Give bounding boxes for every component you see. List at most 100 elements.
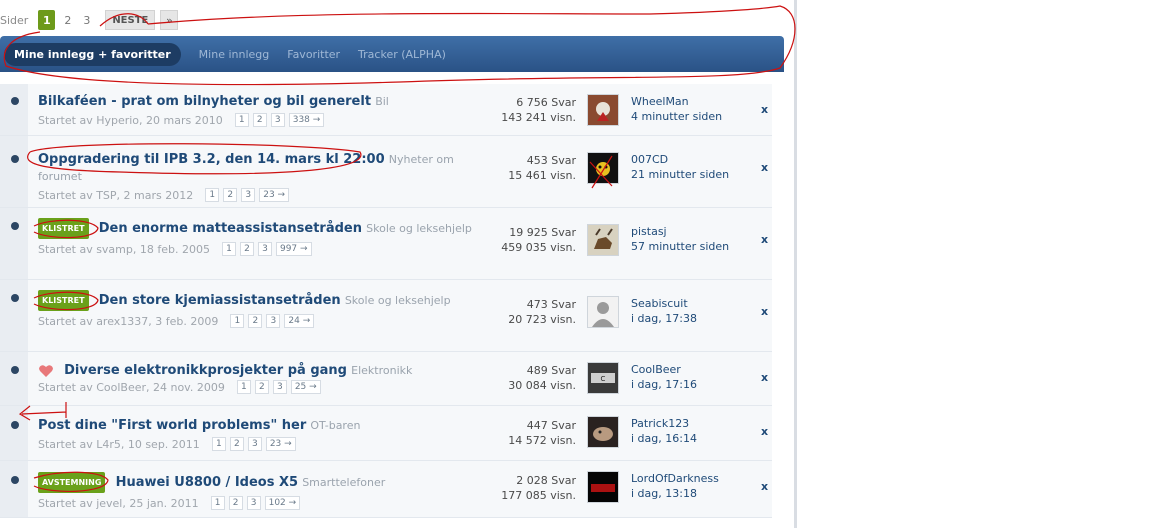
- remove-topic-button[interactable]: x: [761, 480, 768, 493]
- avatar[interactable]: [587, 296, 619, 328]
- started-by: Startet av svamp, 18 feb. 2005: [38, 242, 210, 256]
- topic-stats: 489 Svar 30 084 visn.: [508, 363, 576, 393]
- last-page-button[interactable]: »: [160, 10, 179, 30]
- remove-topic-button[interactable]: x: [761, 305, 768, 318]
- topic-page-link[interactable]: 3: [266, 314, 281, 328]
- forum-name[interactable]: Skole og leksehjelp: [366, 222, 472, 235]
- last-post-time[interactable]: i dag, 13:18: [631, 486, 719, 501]
- topic-page-link[interactable]: 2: [248, 314, 263, 328]
- remove-topic-button[interactable]: x: [761, 103, 768, 116]
- topic-page-link[interactable]: 2: [252, 113, 267, 127]
- views-count: 14 572 visn.: [508, 434, 576, 447]
- last-post-time[interactable]: 4 minutter siden: [631, 109, 722, 124]
- forum-name[interactable]: Skole og leksehjelp: [345, 294, 451, 307]
- last-poster-link[interactable]: Seabiscuit: [631, 296, 697, 311]
- unread-dot-icon: [11, 366, 19, 374]
- topic-page-link[interactable]: 2: [254, 380, 269, 394]
- next-page-button[interactable]: NESTE: [105, 10, 156, 30]
- topic-stats: 6 756 Svar 143 241 visn.: [501, 95, 576, 125]
- topic-page-link[interactable]: 2: [239, 242, 254, 256]
- avatar[interactable]: C: [587, 362, 619, 394]
- last-poster-link[interactable]: pistasj: [631, 224, 729, 239]
- topic-page-link[interactable]: 3: [257, 242, 272, 256]
- last-poster-link[interactable]: Patrick123: [631, 416, 697, 431]
- replies-count: 453 Svar: [526, 154, 576, 167]
- topic-page-link[interactable]: 1: [230, 314, 245, 328]
- last-poster-link[interactable]: CoolBeer: [631, 362, 697, 377]
- topic-row: Post dine "First world problems" her OT-…: [0, 406, 772, 461]
- avatar[interactable]: [587, 152, 619, 184]
- remove-topic-button[interactable]: x: [761, 371, 768, 384]
- page-2-link[interactable]: 2: [59, 10, 76, 30]
- views-count: 15 461 visn.: [508, 169, 576, 182]
- topic-last-page-link[interactable]: 25 →: [290, 380, 321, 394]
- remove-topic-button[interactable]: x: [761, 233, 768, 246]
- tab-mine-innlegg-favoritter[interactable]: Mine innlegg + favoritter: [4, 42, 181, 66]
- last-poster-link[interactable]: WheelMan: [631, 94, 722, 109]
- remove-topic-button[interactable]: x: [761, 425, 768, 438]
- last-post: CoolBeer i dag, 17:16: [631, 362, 697, 392]
- views-count: 20 723 visn.: [508, 313, 576, 326]
- started-by: Startet av L4r5, 10 sep. 2011: [38, 437, 200, 451]
- topic-last-page-link[interactable]: 23 →: [265, 437, 296, 451]
- topic-main: Bilkaféen - prat om bilnyheter og bil ge…: [38, 93, 482, 127]
- topic-page-link[interactable]: 3: [241, 188, 256, 202]
- status-column: [0, 84, 28, 135]
- topic-page-link[interactable]: 1: [221, 242, 236, 256]
- topic-title-link[interactable]: Bilkaféen - prat om bilnyheter og bil ge…: [38, 94, 371, 109]
- tab-favoritter[interactable]: Favoritter: [287, 48, 340, 61]
- topic-page-link[interactable]: 1: [211, 437, 226, 451]
- topic-title-link[interactable]: Post dine "First world problems" her: [38, 418, 306, 433]
- page-1-link[interactable]: 1: [38, 10, 56, 30]
- last-post-time[interactable]: i dag, 16:14: [631, 431, 697, 446]
- topic-page-link[interactable]: 1: [234, 113, 249, 127]
- topic-title-link[interactable]: Oppgradering til IPB 3.2, den 14. mars k…: [38, 152, 385, 167]
- last-post-time[interactable]: 57 minutter siden: [631, 239, 729, 254]
- tab-mine-innlegg[interactable]: Mine innlegg: [199, 48, 270, 61]
- topic-last-page-link[interactable]: 24 →: [284, 314, 315, 328]
- replies-count: 2 028 Svar: [516, 474, 576, 487]
- remove-topic-button[interactable]: x: [761, 161, 768, 174]
- last-poster-link[interactable]: LordOfDarkness: [631, 471, 719, 486]
- last-post: WheelMan 4 minutter siden: [631, 94, 722, 124]
- avatar[interactable]: [587, 224, 619, 256]
- status-column: [0, 406, 28, 460]
- topic-stats: 2 028 Svar 177 085 visn.: [501, 473, 576, 503]
- last-post: pistasj 57 minutter siden: [631, 224, 729, 254]
- last-post-time[interactable]: i dag, 17:38: [631, 311, 697, 326]
- topic-page-link[interactable]: 1: [236, 380, 251, 394]
- page-3-link[interactable]: 3: [78, 10, 95, 30]
- avatar[interactable]: [587, 416, 619, 448]
- avatar[interactable]: [587, 94, 619, 126]
- topic-title-link[interactable]: Den store kjemiassistansetråden: [99, 293, 341, 308]
- topic-last-page-link[interactable]: 338 →: [288, 113, 325, 127]
- last-post-time[interactable]: i dag, 17:16: [631, 377, 697, 392]
- topic-page-link[interactable]: 3: [247, 437, 262, 451]
- topic-page-link[interactable]: 2: [223, 188, 238, 202]
- topic-page-link[interactable]: 3: [246, 496, 261, 510]
- topic-last-page-link[interactable]: 102 →: [264, 496, 301, 510]
- topic-page-link[interactable]: 3: [270, 113, 285, 127]
- tab-tracker[interactable]: Tracker (ALPHA): [358, 48, 446, 61]
- topic-page-link[interactable]: 2: [228, 496, 243, 510]
- avatar[interactable]: [587, 471, 619, 503]
- replies-count: 19 925 Svar: [509, 226, 576, 239]
- forum-name[interactable]: Elektronikk: [351, 364, 412, 377]
- tab-bar: Mine innlegg + favoritter Mine innlegg F…: [0, 36, 784, 72]
- topic-page-link[interactable]: 1: [210, 496, 225, 510]
- topic-last-page-link[interactable]: 997 →: [275, 242, 312, 256]
- unread-dot-icon: [11, 155, 19, 163]
- topic-title-link[interactable]: Huawei U8800 / Ideos X5: [116, 475, 298, 490]
- topic-page-link[interactable]: 2: [229, 437, 244, 451]
- last-post-time[interactable]: 21 minutter siden: [631, 167, 729, 182]
- forum-name[interactable]: Smarttelefoner: [302, 476, 385, 489]
- last-poster-link[interactable]: 007CD: [631, 152, 729, 167]
- forum-name[interactable]: OT-baren: [310, 419, 360, 432]
- topic-title-link[interactable]: Diverse elektronikkprosjekter på gang: [64, 363, 347, 378]
- topic-title-link[interactable]: Den enorme matteassistansetråden: [99, 221, 362, 236]
- topic-page-link[interactable]: 3: [272, 380, 287, 394]
- topic-row: Bilkaféen - prat om bilnyheter og bil ge…: [0, 84, 772, 136]
- topic-last-page-link[interactable]: 23 →: [259, 188, 290, 202]
- topic-page-link[interactable]: 1: [205, 188, 220, 202]
- forum-name[interactable]: Bil: [375, 95, 389, 108]
